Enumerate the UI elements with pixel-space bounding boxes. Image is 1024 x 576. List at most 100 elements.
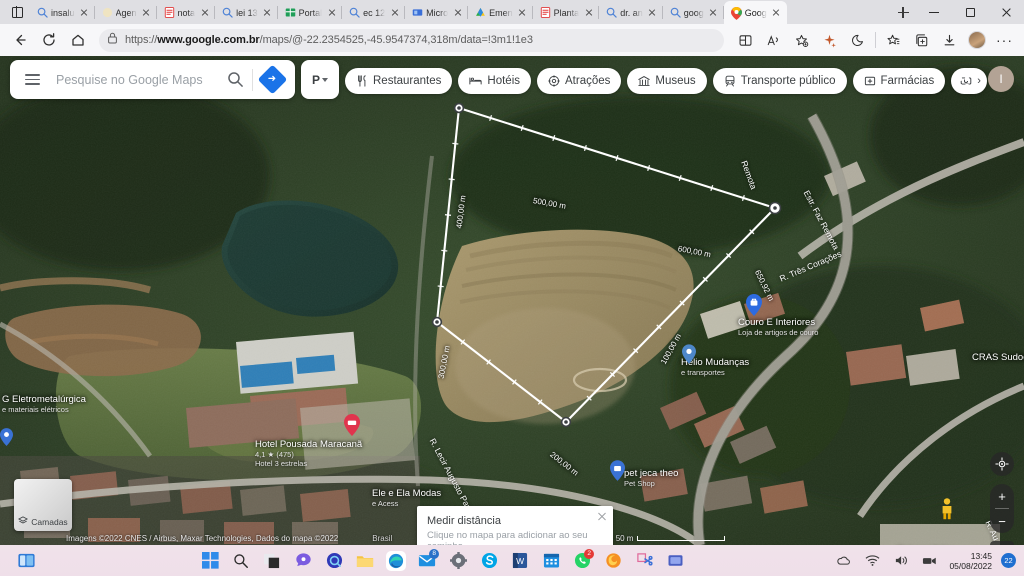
settings-icon[interactable] xyxy=(448,551,468,571)
zoom-controls[interactable]: + − xyxy=(990,484,1014,533)
tab-close-icon[interactable] xyxy=(707,6,720,19)
zoom-out-button[interactable]: − xyxy=(990,509,1014,533)
pdf-icon xyxy=(164,7,175,18)
maps-search-box[interactable]: Pesquise no Google Maps ➜ xyxy=(10,60,295,99)
task-view-icon[interactable] xyxy=(262,551,282,571)
measure-distance-card[interactable]: Medir distância Clique no mapa para adic… xyxy=(417,506,613,545)
poi-pin-hotel[interactable] xyxy=(344,414,360,441)
hamburger-icon[interactable] xyxy=(10,60,54,99)
word-icon[interactable]: W xyxy=(510,551,530,571)
wifi-icon[interactable] xyxy=(862,551,882,571)
directions-icon[interactable]: ➜ xyxy=(256,64,288,96)
tab-close-icon[interactable] xyxy=(582,6,595,19)
browser-tab[interactable]: goog xyxy=(663,1,724,24)
firefox-icon[interactable] xyxy=(603,551,623,571)
search-icon[interactable] xyxy=(218,60,252,99)
browser-tab[interactable]: lei 13 xyxy=(215,1,278,24)
tab-close-icon[interactable] xyxy=(198,6,211,19)
tabs-container: insalu Agen nota lei 13 Portal ec 12 Micro Emen… xyxy=(30,1,890,24)
browser-tab[interactable]: insalu xyxy=(30,1,95,24)
home-icon[interactable] xyxy=(64,27,91,54)
skype-icon[interactable] xyxy=(479,551,499,571)
browser-essentials-icon[interactable] xyxy=(844,27,871,54)
maximize-button[interactable] xyxy=(952,0,988,24)
minimize-button[interactable] xyxy=(916,0,952,24)
tab-actions-icon[interactable] xyxy=(4,0,30,24)
category-chip-transporte-p-blico[interactable]: Transporte público xyxy=(712,68,847,94)
parking-filter-chip[interactable]: P xyxy=(301,60,339,99)
volume-icon[interactable] xyxy=(891,551,911,571)
browser-tab[interactable]: dr. an xyxy=(599,1,663,24)
pegman-street-view[interactable] xyxy=(938,497,958,523)
split-screen-icon[interactable] xyxy=(732,27,759,54)
mail-icon[interactable]: 8 xyxy=(417,548,440,571)
search-input[interactable]: Pesquise no Google Maps xyxy=(54,73,218,87)
svg-text:W: W xyxy=(516,556,524,566)
poi-pin-helio[interactable] xyxy=(682,344,696,369)
file-explorer-icon[interactable] xyxy=(355,551,375,571)
category-chip-restaurantes[interactable]: Restaurantes xyxy=(345,68,453,94)
copilot-icon[interactable] xyxy=(816,27,843,54)
taskbar-search-icon[interactable] xyxy=(231,551,251,571)
reload-icon[interactable] xyxy=(35,27,62,54)
settings-more-icon[interactable]: ··· xyxy=(991,27,1018,54)
browser-tab[interactable]: Portal xyxy=(278,1,343,24)
address-bar[interactable]: https://www.google.com.br/maps/@-22.2354… xyxy=(99,28,724,52)
notification-badge[interactable]: 22 xyxy=(1001,553,1016,568)
cortana-icon[interactable] xyxy=(324,551,344,571)
browser-tab[interactable]: Planta xyxy=(533,1,600,24)
browser-tab[interactable]: Goog xyxy=(723,1,787,24)
account-avatar[interactable]: I xyxy=(988,66,1014,92)
browser-tab[interactable]: ec 12 xyxy=(342,1,406,24)
tab-close-icon[interactable] xyxy=(140,6,153,19)
map-canvas[interactable]: Remota Estr. Faz Remota R. Três Corações R.… xyxy=(0,56,1024,545)
poi-pin-generic[interactable] xyxy=(0,428,13,451)
recenter-button[interactable] xyxy=(990,452,1014,476)
favorites-icon[interactable] xyxy=(880,27,907,54)
footer-link[interactable]: Brasil xyxy=(372,534,392,543)
category-chip-atra-es[interactable]: Atrações xyxy=(537,68,622,94)
read-aloud-icon[interactable] xyxy=(760,27,787,54)
browser-tab[interactable]: Agen xyxy=(95,1,157,24)
poi-pin-couro[interactable] xyxy=(746,294,762,321)
apps-grid-icon[interactable] xyxy=(954,66,980,92)
edge-icon[interactable] xyxy=(386,550,407,571)
tab-close-icon[interactable] xyxy=(388,6,401,19)
taskbar-clock[interactable]: 13:45 05/08/2022 xyxy=(949,551,992,571)
new-tab-button[interactable] xyxy=(890,1,916,24)
expand-panel-button[interactable] xyxy=(990,541,1014,545)
close-icon[interactable] xyxy=(596,510,608,522)
category-chip-farm-cias[interactable]: Farmácias xyxy=(852,68,946,94)
category-chip-museus[interactable]: Museus xyxy=(627,68,707,94)
poi-pin-petshop[interactable] xyxy=(610,460,625,486)
chat-icon[interactable] xyxy=(293,551,313,571)
browser-tab[interactable]: Micro xyxy=(405,1,469,24)
layers-button[interactable]: Camadas xyxy=(14,479,72,531)
favorite-icon[interactable] xyxy=(788,27,815,54)
collections-icon[interactable] xyxy=(908,27,935,54)
onedrive-icon[interactable] xyxy=(833,551,853,571)
tab-close-icon[interactable] xyxy=(325,6,338,19)
tab-close-icon[interactable] xyxy=(451,6,464,19)
calendar-icon[interactable] xyxy=(541,551,561,571)
hidden-icons-icon[interactable] xyxy=(920,551,940,571)
tab-close-icon[interactable] xyxy=(646,6,659,19)
tab-close-icon[interactable] xyxy=(516,6,529,19)
browser-tab[interactable]: nota xyxy=(157,1,216,24)
browser-tab[interactable]: Emen xyxy=(468,1,533,24)
downloads-icon[interactable] xyxy=(936,27,963,54)
tab-close-icon[interactable] xyxy=(770,6,783,19)
tab-close-icon[interactable] xyxy=(78,6,91,19)
back-arrow-icon[interactable] xyxy=(6,27,33,54)
category-chip-hot-is[interactable]: Hotéis xyxy=(458,68,532,94)
snip-tool-icon[interactable] xyxy=(634,551,654,571)
teams-icon[interactable] xyxy=(665,551,685,571)
close-button[interactable] xyxy=(988,0,1024,24)
whatsapp-icon[interactable]: 2 xyxy=(572,548,595,571)
tab-title: lei 13 xyxy=(236,7,258,18)
widgets-icon[interactable] xyxy=(16,551,36,571)
zoom-in-button[interactable]: + xyxy=(990,484,1014,508)
windows-start-icon[interactable] xyxy=(200,551,220,571)
tab-close-icon[interactable] xyxy=(261,6,274,19)
profile-avatar[interactable] xyxy=(968,31,986,49)
